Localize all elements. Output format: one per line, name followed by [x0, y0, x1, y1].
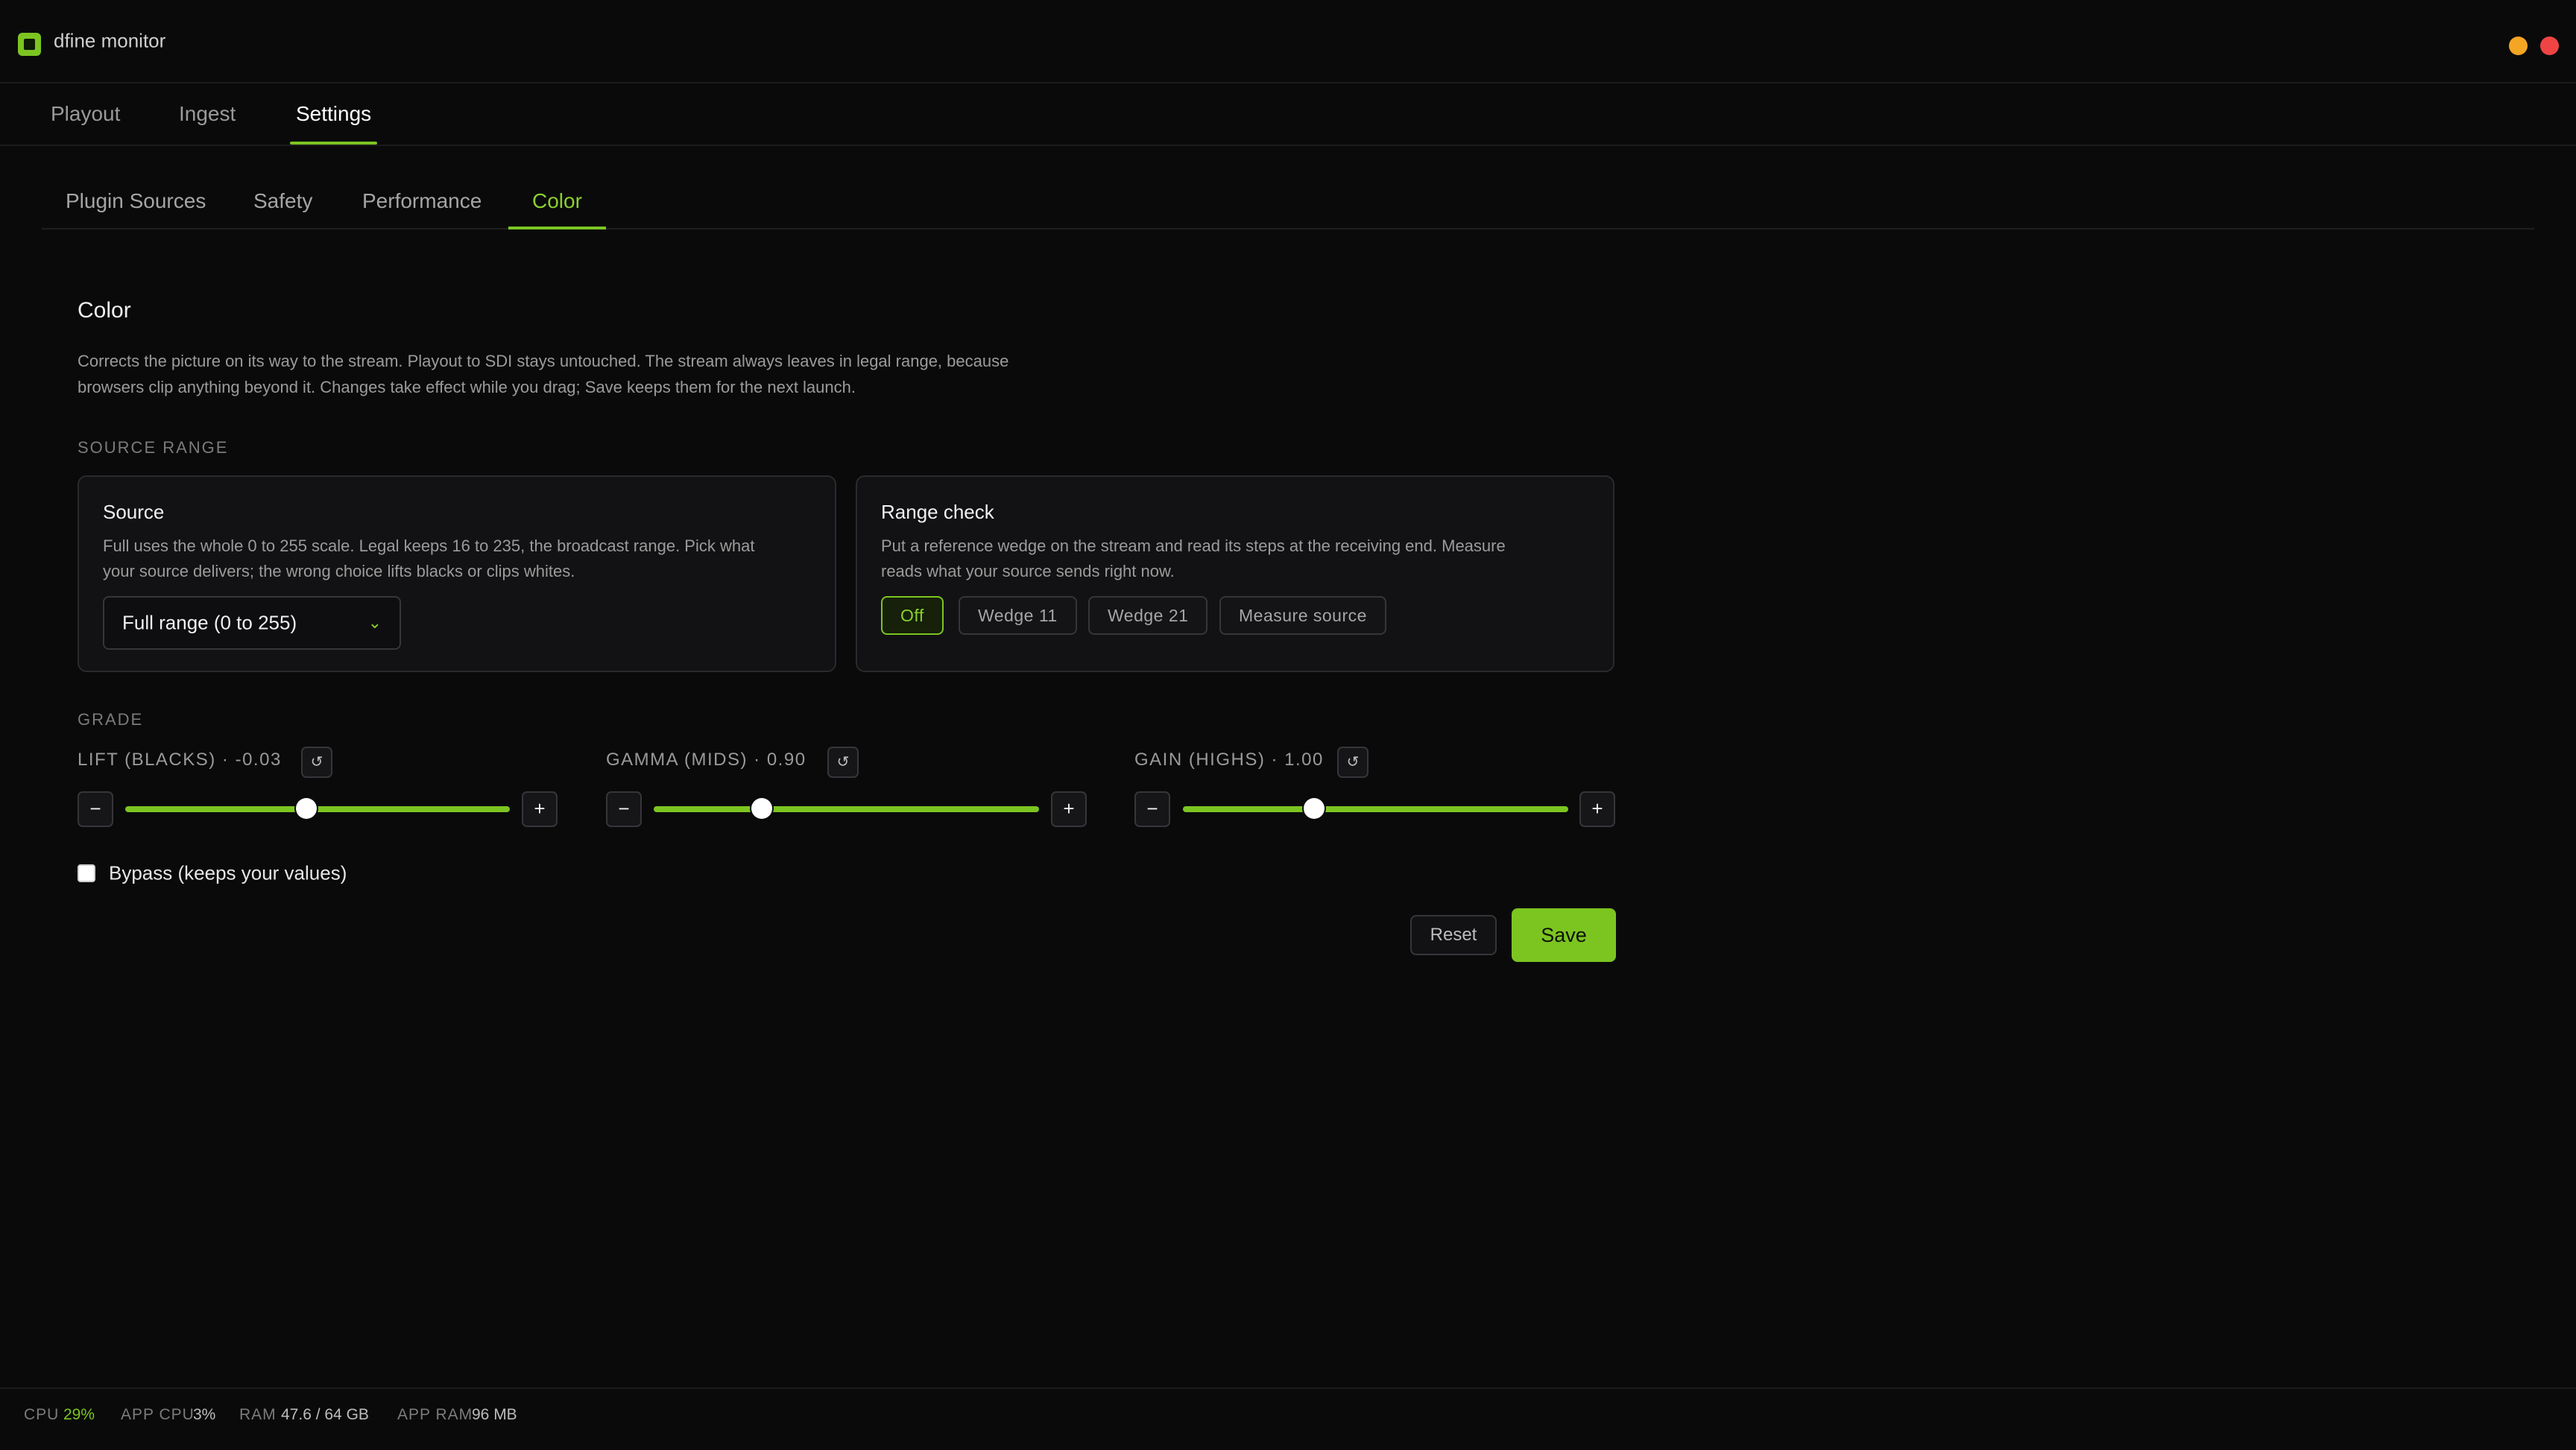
gamma-reset-icon[interactable]: ↺	[827, 747, 859, 778]
ram-value: 47.6 / 64 GB	[281, 1406, 369, 1423]
subtab-color[interactable]: Color	[508, 174, 606, 229]
main-tabs: Playout Ingest Settings	[0, 83, 2576, 146]
subtab-safety[interactable]: Safety	[253, 174, 312, 228]
source-desc-line-2: your source delivers; the wrong choice l…	[103, 562, 575, 580]
gain-slider-thumb[interactable]	[1303, 798, 1325, 819]
app-ram-label: APP RAM	[397, 1406, 473, 1423]
source-card-title: Source	[103, 501, 165, 523]
minimize-window-button[interactable]	[2509, 37, 2528, 55]
gain-reset-icon[interactable]: ↺	[1337, 747, 1368, 778]
chevron-down-icon: ⌄	[367, 613, 382, 632]
gamma-slider-track[interactable]	[654, 806, 1039, 812]
source-desc-line-1: Full uses the whole 0 to 255 scale. Lega…	[103, 536, 755, 555]
cpu-value: 29%	[63, 1406, 95, 1423]
measure-source-button[interactable]: Measure source	[1219, 596, 1386, 635]
description-line-1: Corrects the picture on its way to the s…	[78, 352, 1009, 370]
gain-label: GAIN (HIGHS) · 1.00	[1134, 750, 1324, 770]
description-line-2: browsers clip anything beyond it. Change…	[78, 378, 856, 396]
gamma-increment-button[interactable]: +	[1051, 791, 1087, 827]
app-ram-value: 96 MB	[472, 1406, 517, 1423]
lift-label: LIFT (BLACKS) · -0.03	[78, 750, 282, 770]
app-title: dfine monitor	[54, 29, 166, 52]
range-check-title: Range check	[881, 501, 994, 523]
close-window-button[interactable]	[2540, 37, 2559, 55]
range-check-off-button[interactable]: Off	[881, 596, 944, 635]
subtab-plugin-sources[interactable]: Plugin Sources	[66, 174, 206, 228]
app-logo-icon	[18, 33, 41, 56]
range-desc-line-1: Put a reference wedge on the stream and …	[881, 536, 1506, 555]
source-range-select[interactable]: Full range (0 to 255) ⌄	[103, 596, 401, 650]
tab-ingest[interactable]: Ingest	[179, 83, 236, 145]
tab-playout[interactable]: Playout	[51, 83, 120, 145]
lift-decrement-button[interactable]: −	[78, 791, 113, 827]
source-card-description: Full uses the whole 0 to 255 scale. Lega…	[103, 534, 811, 584]
title-bar: dfine monitor	[0, 0, 2576, 83]
bypass-label[interactable]: Bypass (keeps your values)	[109, 862, 347, 885]
app-cpu-label: APP CPU	[121, 1406, 195, 1423]
range-check-card: Range check Put a reference wedge on the…	[856, 475, 1614, 672]
source-card: Source Full uses the whole 0 to 255 scal…	[78, 475, 836, 672]
status-bar	[0, 1387, 2576, 1450]
gamma-decrement-button[interactable]: −	[606, 791, 642, 827]
grade-heading: GRADE	[78, 710, 144, 729]
lift-increment-button[interactable]: +	[522, 791, 558, 827]
ram-label: RAM	[239, 1406, 277, 1423]
source-range-value: Full range (0 to 255)	[122, 611, 297, 634]
gain-decrement-button[interactable]: −	[1134, 791, 1170, 827]
section-description: Corrects the picture on its way to the s…	[78, 348, 1136, 400]
app-cpu-value: 3%	[193, 1406, 216, 1423]
range-check-wedge-21-button[interactable]: Wedge 21	[1088, 596, 1208, 635]
section-title: Color	[78, 298, 131, 323]
cpu-label: CPU	[24, 1406, 60, 1423]
save-button[interactable]: Save	[1512, 908, 1616, 962]
range-desc-line-2: reads what your source sends right now.	[881, 562, 1175, 580]
bypass-checkbox[interactable]	[78, 864, 95, 882]
settings-subtabs: Plugin Sources Safety Performance Color	[42, 174, 2534, 229]
gamma-label: GAMMA (MIDS) · 0.90	[606, 750, 806, 770]
gain-slider-track[interactable]	[1183, 806, 1568, 812]
subtab-performance[interactable]: Performance	[362, 174, 482, 228]
source-range-heading: SOURCE RANGE	[78, 438, 229, 457]
gamma-slider-thumb[interactable]	[751, 798, 772, 819]
gain-increment-button[interactable]: +	[1579, 791, 1615, 827]
lift-slider-track[interactable]	[125, 806, 510, 812]
lift-reset-icon[interactable]: ↺	[301, 747, 332, 778]
lift-slider-thumb[interactable]	[295, 798, 317, 819]
tab-settings[interactable]: Settings	[289, 83, 378, 145]
range-check-wedge-11-button[interactable]: Wedge 11	[959, 596, 1077, 635]
range-check-description: Put a reference wedge on the stream and …	[881, 534, 1589, 584]
reset-button[interactable]: Reset	[1410, 915, 1497, 955]
